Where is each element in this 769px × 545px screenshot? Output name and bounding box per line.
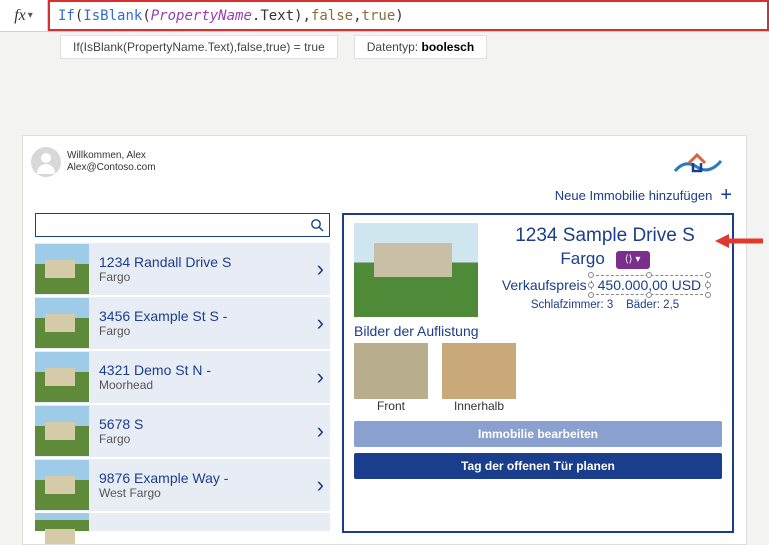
price-value-selected[interactable]: 450.000,00 USD <box>591 275 709 295</box>
welcome-text: Willkommen, Alex <box>67 150 156 162</box>
chevron-right-icon[interactable]: › <box>317 364 324 390</box>
fx-label[interactable]: fx ▾ <box>0 0 48 31</box>
gallery-item-title: 5678 S <box>99 416 307 432</box>
chevron-right-icon[interactable]: › <box>317 256 324 282</box>
baths-label: Bäder: <box>626 299 660 311</box>
formula-eval-result: If(IsBlank(PropertyName.Text),false,true… <box>60 35 338 59</box>
search-box[interactable] <box>35 213 330 237</box>
gallery-item-sub: West Fargo <box>99 486 307 500</box>
baths-value: 2,5 <box>663 299 679 311</box>
property-thumb <box>35 513 89 531</box>
price-label: Verkaufspreis <box>502 277 587 293</box>
gallery-item-sub: Moorhead <box>99 378 307 392</box>
image-caption-front: Front <box>354 399 428 413</box>
detail-subtitle: Fargo <box>560 249 604 268</box>
chevron-right-icon[interactable]: › <box>317 472 324 498</box>
image-caption-inside: Innerhalb <box>442 399 516 413</box>
gallery-item-sub: Fargo <box>99 270 307 284</box>
gallery-item[interactable]: 5678 S Fargo › <box>35 405 330 459</box>
property-thumb <box>35 298 89 348</box>
gallery-item-sub: Fargo <box>99 324 307 338</box>
fx-text: fx <box>14 7 26 25</box>
gallery-item[interactable]: 4321 Demo St N - Moorhead › <box>35 351 330 405</box>
avatar <box>31 147 61 177</box>
gallery-item-title: 3456 Example St S - <box>99 308 307 324</box>
listing-image-front[interactable] <box>354 343 428 399</box>
gallery-item[interactable]: 1234 Randall Drive S Fargo › <box>35 243 330 297</box>
listing-image-inside[interactable] <box>442 343 516 399</box>
chevron-right-icon[interactable]: › <box>317 310 324 336</box>
property-thumb <box>35 406 89 456</box>
formula-datatype: Datentyp: boolesch <box>354 35 487 59</box>
chevron-down-icon: ▾ <box>28 10 33 21</box>
property-main-image <box>354 223 478 317</box>
beds-label: Schlafzimmer: <box>531 299 604 311</box>
property-detail-panel: 1234 Sample Drive S Fargo ⟨⟩ ▾ Verkaufsp… <box>342 213 734 533</box>
plus-icon[interactable]: + <box>720 184 732 207</box>
property-thumb <box>35 244 89 294</box>
gallery-item-title: 4321 Demo St N - <box>99 362 307 378</box>
property-thumb <box>35 460 89 510</box>
add-property-label[interactable]: Neue Immobilie hinzufügen <box>555 188 713 203</box>
powerapps-icon[interactable]: ⟨⟩ ▾ <box>616 251 650 269</box>
gallery-item[interactable] <box>35 513 330 533</box>
formula-input[interactable]: If(IsBlank(PropertyName.Text),false,true… <box>48 0 769 31</box>
gallery-item[interactable]: 3456 Example St S - Fargo › <box>35 297 330 351</box>
property-thumb <box>35 352 89 402</box>
property-gallery: 1234 Randall Drive S Fargo › 3456 Exampl… <box>35 213 330 533</box>
gallery-item-sub: Fargo <box>99 432 307 446</box>
gallery-item-title: 1234 Randall Drive S <box>99 254 307 270</box>
app-canvas: Willkommen, Alex Alex@Contoso.com Neue I… <box>22 135 747 545</box>
detail-title: 1234 Sample Drive S <box>488 225 722 247</box>
gallery-item-title: 9876 Example Way - <box>99 470 307 486</box>
chevron-right-icon[interactable]: › <box>317 418 324 444</box>
plan-openhouse-button[interactable]: Tag der offenen Tür planen <box>354 453 722 479</box>
search-icon[interactable] <box>305 214 329 236</box>
search-input[interactable] <box>36 214 305 236</box>
app-logo <box>662 144 732 180</box>
gallery-item[interactable]: 9876 Example Way - West Fargo › <box>35 459 330 513</box>
edit-property-button[interactable]: Immobilie bearbeiten <box>354 421 722 447</box>
user-email: Alex@Contoso.com <box>67 162 156 174</box>
images-label: Bilder der Auflistung <box>354 323 722 339</box>
beds-value: 3 <box>607 299 613 311</box>
